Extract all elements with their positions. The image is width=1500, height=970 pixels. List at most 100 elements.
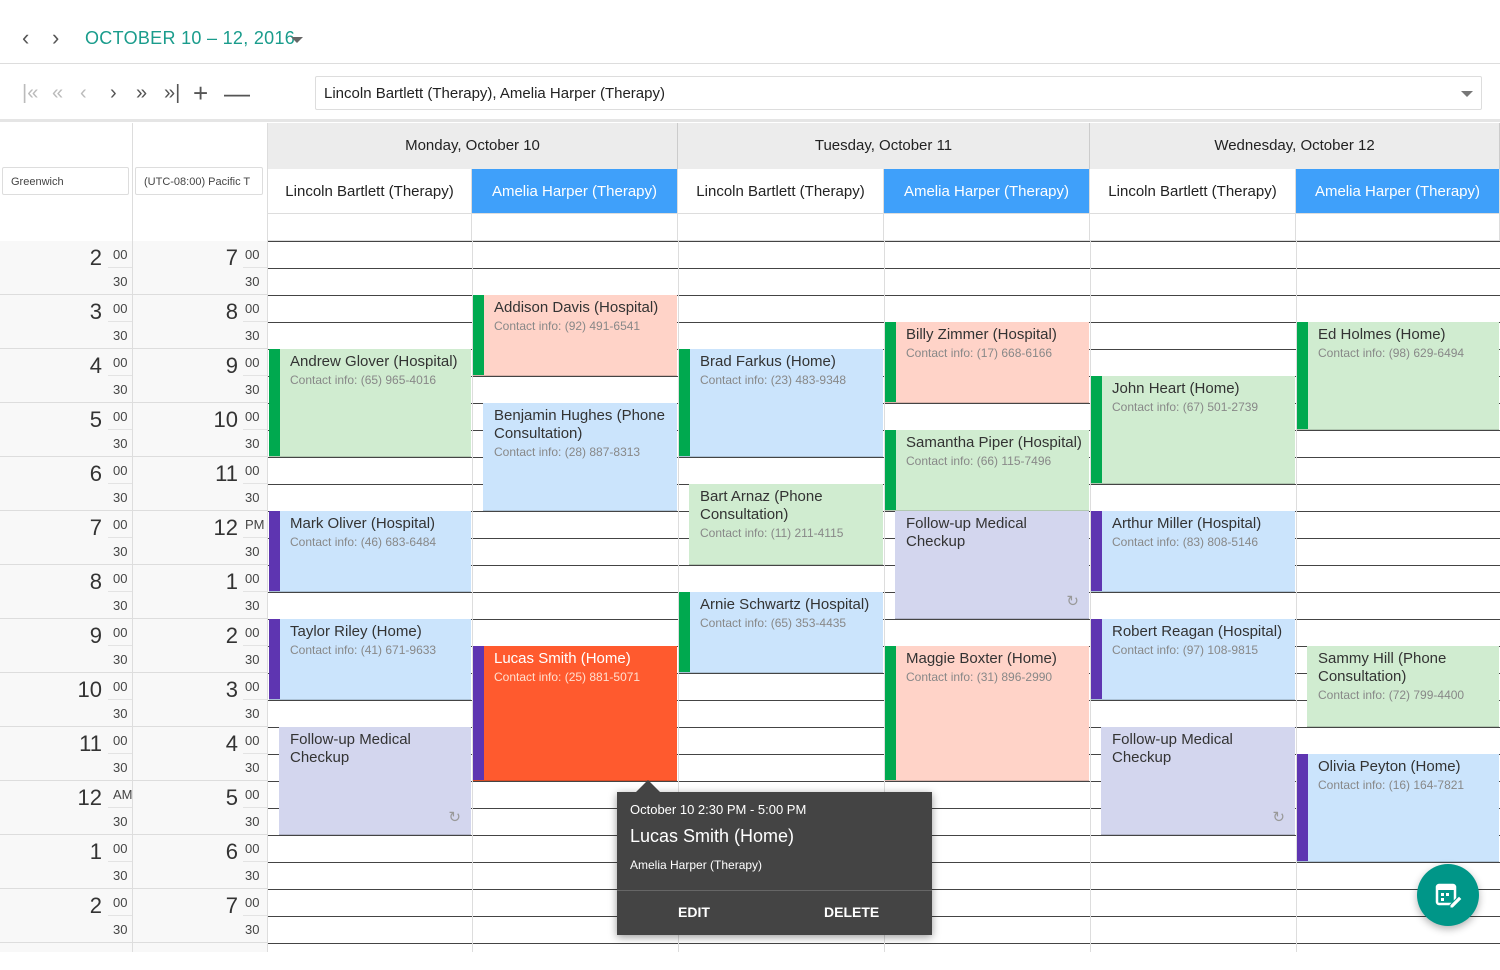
appointment[interactable]: Sammy Hill (Phone Consultation) Contact i…	[1307, 646, 1499, 727]
minute-label: 00	[113, 841, 128, 856]
appointment[interactable]: Robert Reagan (Hospital) Contact info: (9…	[1091, 619, 1295, 700]
delete-button[interactable]: DELETE	[824, 904, 879, 920]
appointment[interactable]: Follow-up Medical Checkup ↻	[1101, 727, 1295, 835]
resource-color-strip	[885, 322, 896, 402]
resource-header[interactable]: Lincoln Bartlett (Therapy)	[678, 169, 884, 214]
minute-label: 00	[245, 463, 260, 478]
appointment-title: Follow-up Medical Checkup	[290, 731, 411, 766]
timezone-select-greenwich[interactable]: Greenwich	[2, 167, 129, 195]
appointment[interactable]: Follow-up Medical Checkup ↻	[279, 727, 471, 835]
appointment[interactable]: Arnie Schwartz (Hospital) Contact info: (…	[679, 592, 883, 673]
appointment[interactable]: John Heart (Home) Contact info: (67) 501-…	[1091, 376, 1295, 484]
half-hour-divider	[108, 753, 132, 754]
appointment[interactable]: Billy Zimmer (Hospital) Contact info: (17…	[885, 322, 1089, 403]
hour-slot: 2 00 30	[0, 889, 132, 943]
appointment[interactable]: Bart Arnaz (Phone Consultation) Contact i…	[689, 484, 883, 565]
minute-label: 30	[245, 436, 260, 451]
resource-header[interactable]: Amelia Harper (Therapy)	[1296, 169, 1500, 214]
appointment[interactable]: Arthur Miller (Hospital) Contact info: (8…	[1091, 511, 1295, 592]
caret-down-icon[interactable]	[291, 37, 303, 43]
all-day-cell[interactable]	[678, 214, 884, 241]
hour-label: 8	[89, 569, 102, 594]
resource-color-strip	[885, 646, 896, 780]
resource-header[interactable]: Lincoln Bartlett (Therapy)	[1090, 169, 1296, 214]
appointment[interactable]: Addison Davis (Hospital) Contact info: (9…	[473, 295, 677, 376]
appointment-contact: Contact info: (16) 164-7821	[1318, 778, 1465, 792]
minute-label: 30	[113, 814, 128, 829]
double-chevron-right-icon[interactable]: »	[136, 82, 147, 104]
last-icon[interactable]: »|	[164, 82, 180, 104]
hour-slot: 3 00 30	[0, 295, 132, 349]
resource-header[interactable]: Lincoln Bartlett (Therapy)	[268, 169, 472, 214]
resource-color-strip	[679, 349, 690, 456]
appointment[interactable]: Maggie Boxter (Home) Contact info: (31) 8…	[885, 646, 1089, 781]
all-day-cell[interactable]	[1296, 214, 1500, 241]
resource-header[interactable]: Amelia Harper (Therapy)	[472, 169, 678, 214]
half-hour-divider	[108, 699, 132, 700]
appointment[interactable]: Brad Farkus (Home) Contact info: (23) 483…	[679, 349, 883, 457]
appointment-contact: Contact info: (28) 887-8313	[494, 445, 641, 459]
appointment-contact: Contact info: (83) 808-5146	[1112, 535, 1259, 549]
all-day-cell[interactable]	[472, 214, 678, 241]
hour-slot: 5 00 30	[0, 403, 132, 457]
minute-label: 00	[113, 679, 128, 694]
double-chevron-left-icon[interactable]: «	[52, 82, 63, 104]
appointment-contact: Contact info: (46) 683-6484	[290, 535, 437, 549]
appointment-title: Brad Farkus (Home)	[700, 353, 836, 370]
hour-label: 7	[89, 515, 102, 540]
chevron-right-icon[interactable]: ›	[110, 82, 117, 104]
first-icon[interactable]: |«	[22, 82, 38, 104]
appointment[interactable]: Samantha Piper (Hospital) Contact info: (…	[885, 430, 1089, 511]
date-range-button[interactable]: OCTOBER 10 – 12, 2016	[85, 28, 295, 49]
resource-color-strip	[269, 349, 280, 456]
appointment-contact: Contact info: (31) 896-2990	[906, 670, 1053, 684]
chevron-right-icon[interactable]: ›	[52, 26, 59, 50]
add-appointment-button[interactable]	[1417, 864, 1479, 926]
minute-label: 00	[245, 301, 260, 316]
hour-slot: 7 00 30	[0, 511, 132, 565]
minute-label: AM	[113, 787, 133, 802]
all-day-cell[interactable]	[884, 214, 1090, 241]
resources-select-value: Lincoln Bartlett (Therapy), Amelia Harpe…	[324, 85, 665, 102]
zoom-out-icon[interactable]: —	[224, 80, 250, 106]
dropdown-arrow-icon	[1461, 91, 1473, 97]
hour-label: 2	[89, 893, 102, 918]
chevron-left-icon[interactable]: ‹	[80, 82, 87, 104]
timezone-select-pacific[interactable]: (UTC-08:00) Pacific T	[135, 167, 263, 195]
hour-slot: 11 00 30	[133, 457, 267, 511]
chevron-left-icon[interactable]: ‹	[22, 26, 29, 50]
half-hour-divider	[243, 915, 267, 916]
all-day-cell[interactable]	[1090, 214, 1296, 241]
appointment[interactable]: Andrew Glover (Hospital) Contact info: (6…	[269, 349, 471, 457]
day-header: Monday, October 10	[268, 123, 678, 169]
appointment[interactable]: Olivia Peyton (Home) Contact info: (16) 1…	[1297, 754, 1499, 862]
appointment-title: Arthur Miller (Hospital)	[1112, 515, 1262, 532]
minute-label: 30	[113, 436, 128, 451]
minute-label: 30	[245, 652, 260, 667]
hour-slot: 11 00 30	[0, 727, 132, 781]
hour-label: 2	[225, 623, 238, 648]
hour-label: 7	[225, 893, 238, 918]
half-hour-divider	[243, 321, 267, 322]
appointment-contact: Contact info: (23) 483-9348	[700, 373, 847, 387]
resource-color-strip	[473, 295, 484, 375]
hour-slot: 12 PM 30	[133, 511, 267, 565]
hour-label: 1	[225, 569, 238, 594]
appointment[interactable]: Lucas Smith (Home) Contact info: (25) 881…	[473, 646, 677, 781]
minute-label: 00	[113, 625, 128, 640]
appointment-title: Lucas Smith (Home)	[494, 650, 631, 667]
appointment[interactable]: Ed Holmes (Home) Contact info: (98) 629-6…	[1297, 322, 1499, 430]
appointment[interactable]: Taylor Riley (Home) Contact info: (41) 67…	[269, 619, 471, 700]
toolbar: |« « ‹ › » »| + — Lincoln Bartlett (Ther…	[0, 64, 1500, 122]
resource-header[interactable]: Amelia Harper (Therapy)	[884, 169, 1090, 214]
appointment[interactable]: Benjamin Hughes (Phone Consultation) Cont…	[483, 403, 677, 511]
hour-label: 7	[225, 245, 238, 270]
all-day-cell[interactable]	[268, 214, 472, 241]
zoom-in-icon[interactable]: +	[193, 80, 208, 106]
appointment[interactable]: Mark Oliver (Hospital) Contact info: (46)…	[269, 511, 471, 592]
resources-select[interactable]: Lincoln Bartlett (Therapy), Amelia Harpe…	[315, 76, 1482, 110]
minute-label: 30	[113, 760, 128, 775]
edit-button[interactable]: EDIT	[678, 904, 710, 920]
appointment[interactable]: Follow-up Medical Checkup ↻	[895, 511, 1089, 619]
minute-label: 30	[245, 598, 260, 613]
